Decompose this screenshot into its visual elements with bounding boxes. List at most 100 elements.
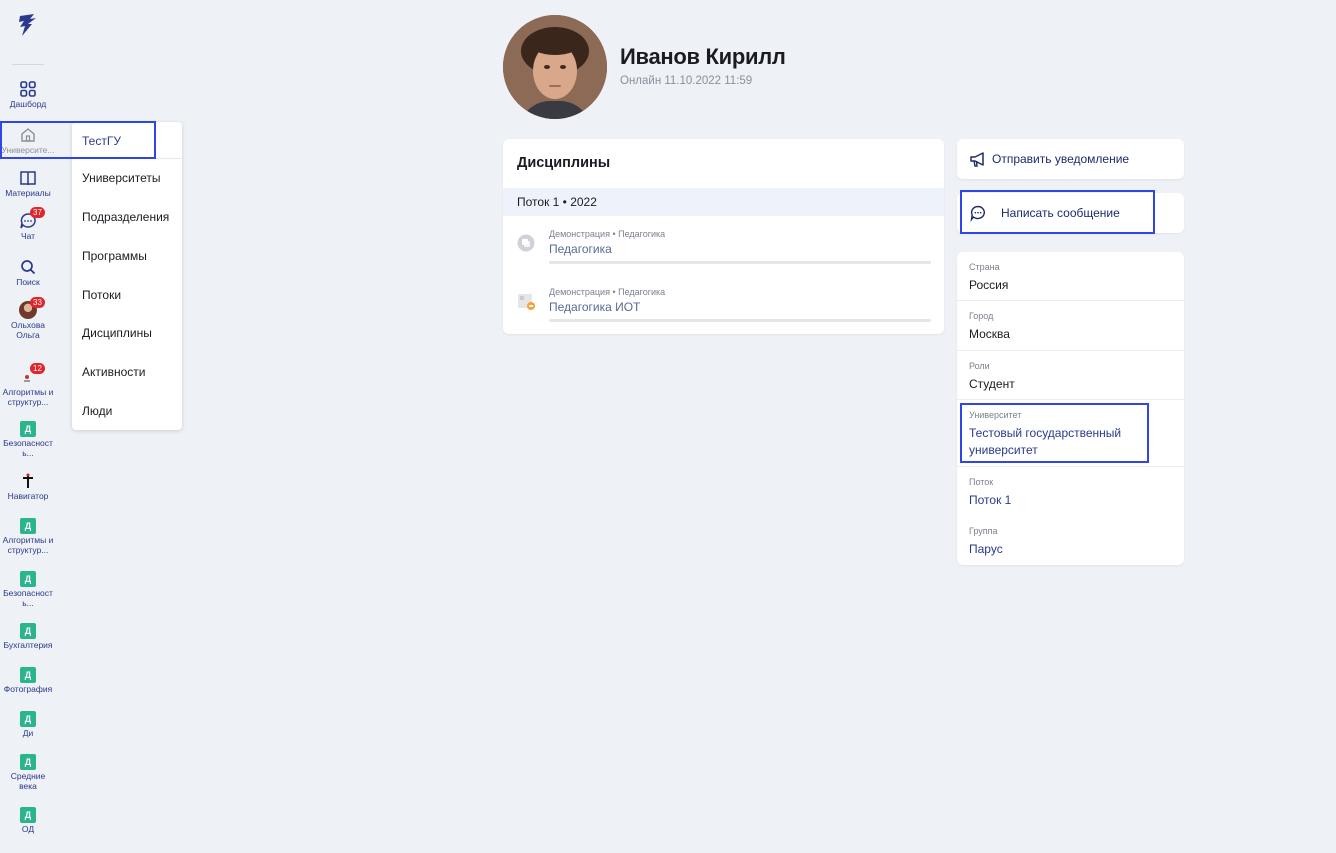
field-divider <box>957 300 1184 301</box>
sidebar-item-materials[interactable]: Материалы <box>0 169 56 199</box>
sidebar-item-user[interactable]: 33 Ольхова Ольга <box>0 297 56 340</box>
university-link[interactable]: Тестовый государственный университет <box>969 425 1169 459</box>
chat-badge: 37 <box>30 207 45 218</box>
field-value: Студент <box>969 377 1015 391</box>
sidebar-item-label: Поиск <box>16 277 40 287</box>
profile-info-card: Страна Россия Город Москва Роли Студент … <box>957 252 1184 565</box>
sidebar-item-label: Фотография <box>3 684 53 694</box>
field-label: Университет <box>969 410 1022 420</box>
course-name: Педагогика ИОТ <box>549 300 641 314</box>
sidebar-item-label: Материалы <box>5 188 51 198</box>
sidebar-item-chat[interactable]: 37 Чат <box>0 207 56 242</box>
sidebar-item-universities[interactable]: Университе... <box>0 126 56 156</box>
sidebar-item-course[interactable]: Д Ди <box>0 711 56 739</box>
field-value: Москва <box>969 327 1010 341</box>
course-letter-icon: Д <box>20 667 36 683</box>
course-letter-icon: Д <box>20 421 36 437</box>
field-divider <box>957 399 1184 400</box>
course-name: Педагогика <box>549 242 612 256</box>
field-label: Город <box>969 311 994 321</box>
course-progress-bar <box>549 319 931 322</box>
home-icon <box>21 128 35 142</box>
sidebar-item-label: Алгоритмы и структур... <box>2 387 54 407</box>
grid-icon <box>20 81 36 97</box>
sidebar-item-label: Безопасност ь... <box>3 438 53 458</box>
message-icon <box>970 205 985 222</box>
sidebar-item-label: Дашборд <box>9 99 47 109</box>
field-divider <box>957 466 1184 467</box>
dropdown-item-activities[interactable]: Активности <box>82 365 145 379</box>
sidebar-item-course[interactable]: 12 Алгоритмы и структур... <box>0 363 56 407</box>
book-icon <box>20 171 36 186</box>
dropdown-item-testgu[interactable]: ТестГУ <box>82 134 121 148</box>
course-badge: 12 <box>30 363 45 374</box>
sidebar-item-label: Чат <box>20 231 36 241</box>
course-icon <box>518 294 535 310</box>
sidebar-item-label: Ди <box>22 728 34 738</box>
sidebar-item-course[interactable]: Д Фотография <box>0 667 56 695</box>
dropdown-item-disciplines[interactable]: Дисциплины <box>82 326 152 340</box>
universities-dropdown: ТестГУ Университеты Подразделения Програ… <box>72 122 182 430</box>
navigator-icon <box>23 473 33 488</box>
profile-name: Иванов Кирилл <box>620 44 786 69</box>
sidebar-item-label: Навигатор <box>7 491 49 501</box>
sidebar-item-label: Ольхова Ольга <box>11 320 45 340</box>
course-meta: Демонстрация • Педагогика <box>549 287 666 297</box>
sidebar-item-label: Безопасност ь... <box>3 588 53 608</box>
course-item[interactable]: Демонстрация • Педагогика Педагогика <box>503 229 944 269</box>
course-item[interactable]: Демонстрация • Педагогика Педагогика ИОТ <box>503 287 944 327</box>
dropdown-item-people[interactable]: Люди <box>82 404 112 418</box>
dropdown-divider <box>72 158 182 159</box>
dropdown-item-departments[interactable]: Подразделения <box>82 210 169 224</box>
write-message-label: Написать сообщение <box>1001 206 1120 220</box>
sidebar: Дашборд Университе... Материалы 37 Чат П… <box>0 0 56 853</box>
stream-header: Поток 1 • 2022 <box>503 188 944 216</box>
stream-link[interactable]: Поток 1 <box>969 492 1169 509</box>
sidebar-item-label: ОД <box>21 824 35 834</box>
course-letter-icon: Д <box>20 754 36 770</box>
sidebar-item-course[interactable]: Д Бухгалтерия <box>0 623 56 651</box>
megaphone-icon <box>970 152 984 167</box>
profile-photo <box>503 15 607 119</box>
sidebar-item-label: Алгоритмы и структур... <box>2 535 54 555</box>
online-status: Онлайн 11.10.2022 11:59 <box>620 75 753 87</box>
sidebar-item-course[interactable]: Д Безопасност ь... <box>0 571 56 608</box>
field-divider <box>957 350 1184 351</box>
sidebar-item-label: Средние века <box>10 771 46 791</box>
field-label: Поток <box>969 477 994 487</box>
course-meta: Демонстрация • Педагогика <box>549 229 666 239</box>
write-message-button[interactable]: Написать сообщение <box>957 193 1184 233</box>
sidebar-item-label: Университе... <box>1 145 55 155</box>
send-notification-button[interactable]: Отправить уведомление <box>957 139 1184 179</box>
course-letter-icon: Д <box>20 623 36 639</box>
course-letter-icon: Д <box>20 518 36 534</box>
stream-label: Поток 1 • 2022 <box>517 195 597 209</box>
sidebar-item-course[interactable]: Д Средние века <box>0 754 56 791</box>
profile-photo-image <box>503 15 607 119</box>
disciplines-card: Дисциплины Поток 1 • 2022 Демонстрация •… <box>503 139 944 334</box>
sidebar-item-dashboard[interactable]: Дашборд <box>0 80 56 110</box>
course-letter-icon: Д <box>20 807 36 823</box>
course-letter-icon: Д <box>20 571 36 587</box>
field-value: Россия <box>969 278 1009 292</box>
dropdown-item-streams[interactable]: Потоки <box>82 288 121 302</box>
sidebar-item-course[interactable]: Д Алгоритмы и структур... <box>0 518 56 555</box>
user-badge: 33 <box>30 297 45 308</box>
search-icon <box>21 260 36 275</box>
logo-icon[interactable] <box>14 12 42 40</box>
sidebar-item-course[interactable]: Д Безопасност ь... <box>0 421 56 458</box>
send-notification-label: Отправить уведомление <box>992 152 1130 166</box>
sidebar-item-course[interactable]: Д ОД <box>0 807 56 835</box>
course-progress-bar <box>549 261 931 264</box>
sidebar-item-label: Бухгалтерия <box>3 640 53 650</box>
course-letter-icon: Д <box>20 711 36 727</box>
field-label: Группа <box>969 526 998 536</box>
dropdown-item-programs[interactable]: Программы <box>82 249 147 263</box>
dropdown-item-universities[interactable]: Университеты <box>82 171 160 185</box>
sidebar-item-course[interactable]: Навигатор <box>0 472 56 502</box>
field-label: Страна <box>969 262 1000 272</box>
sidebar-separator <box>12 64 44 65</box>
group-link[interactable]: Парус <box>969 541 1169 558</box>
sidebar-item-search[interactable]: Поиск <box>0 258 56 288</box>
course-icon <box>517 234 535 252</box>
